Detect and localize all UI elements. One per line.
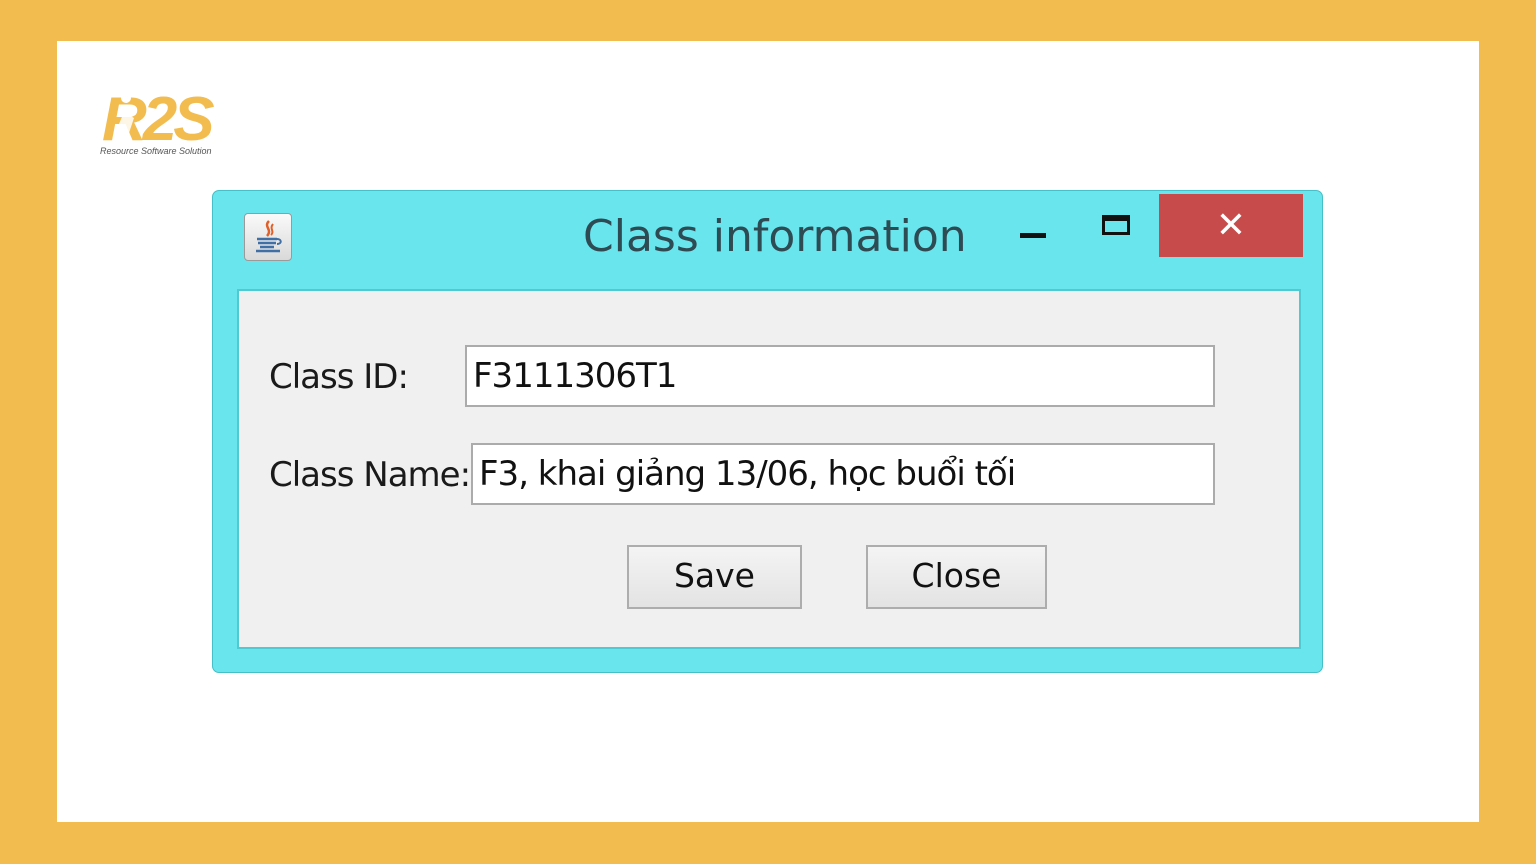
close-window-button[interactable]: ✕ [1159, 194, 1303, 257]
window-title: Class information [583, 211, 967, 262]
logo-tagline: Resource Software Solution [100, 146, 212, 156]
class-id-input[interactable]: F3111306T1 [465, 345, 1215, 407]
form-panel: Class ID: F3111306T1 Class Name: F3, kha… [237, 289, 1301, 649]
minimize-icon[interactable] [1004, 213, 1054, 253]
java-icon[interactable] [244, 213, 292, 261]
class-information-window: Class information ✕ Class ID: F3111306T1… [212, 190, 1323, 673]
maximize-icon[interactable] [1093, 209, 1143, 249]
close-icon: ✕ [1215, 205, 1247, 246]
close-button[interactable]: Close [866, 545, 1047, 609]
save-button[interactable]: Save [627, 545, 802, 609]
class-name-input[interactable]: F3, khai giảng 13/06, học buổi tối [471, 443, 1215, 505]
class-id-label: Class ID: [269, 357, 409, 397]
class-name-label: Class Name: [269, 455, 471, 495]
svg-text:R2S: R2S [102, 85, 214, 154]
